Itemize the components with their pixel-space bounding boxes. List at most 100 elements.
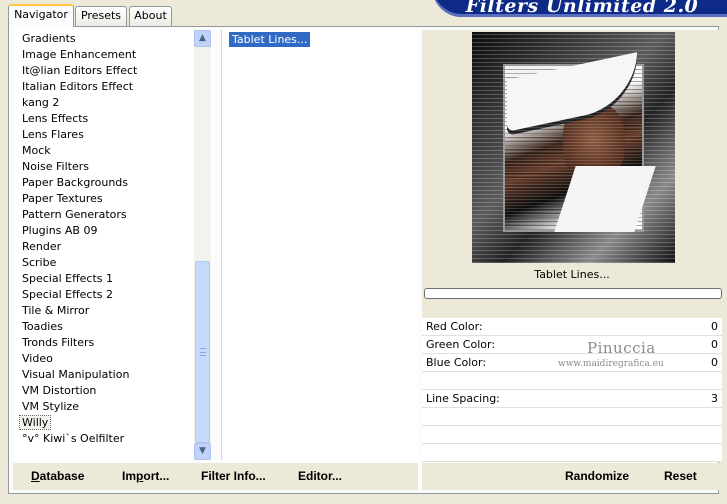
param-value[interactable]: 0 [711, 356, 718, 369]
category-label: Special Effects 2 [22, 288, 114, 301]
param-label: Line Spacing: [426, 392, 500, 405]
category-label: Special Effects 1 [22, 272, 114, 285]
tab-presets[interactable]: Presets [75, 6, 127, 26]
param-row-red[interactable]: Red Color: 0 [422, 318, 722, 336]
category-item[interactable]: Special Effects 1 [14, 271, 192, 287]
category-item[interactable]: Gradients [14, 31, 192, 47]
import-label-rest: ort... [143, 469, 170, 483]
param-value[interactable]: 3 [711, 392, 718, 405]
category-label: Lens Effects [22, 112, 89, 125]
param-row-empty [422, 408, 722, 426]
filter-list[interactable]: Tablet Lines... [221, 30, 417, 460]
category-item[interactable]: Italian Editors Effect [14, 79, 192, 95]
preview-portrait [503, 52, 656, 232]
category-label: °v° Kiwi`s Oelfilter [22, 432, 125, 445]
param-row-line-spacing[interactable]: Line Spacing: 3 [422, 390, 722, 408]
parameter-list: Red Color: 0 Green Color: 0 Blue Color: … [422, 318, 722, 464]
mnemonic: D [31, 469, 40, 483]
param-row-empty [422, 444, 722, 462]
category-label: Italian Editors Effect [22, 80, 134, 93]
category-item[interactable]: Paper Backgrounds [14, 175, 192, 191]
category-label: Willy [18, 415, 52, 430]
category-label: It@lian Editors Effect [22, 64, 138, 77]
param-label: Red Color: [426, 320, 483, 333]
tab-about[interactable]: About [129, 6, 172, 26]
param-value[interactable]: 0 [711, 338, 718, 351]
reset-button[interactable]: Reset [664, 469, 697, 483]
filters-unlimited-window: Navigator Presets About Filters Unlimite… [0, 0, 727, 504]
filter-title: Tablet Lines... [534, 268, 610, 281]
category-label: VM Stylize [22, 400, 79, 413]
category-item[interactable]: Noise Filters [14, 159, 192, 175]
category-item[interactable]: It@lian Editors Effect [14, 63, 192, 79]
category-label: Noise Filters [22, 160, 89, 173]
category-item[interactable]: Lens Flares [14, 127, 192, 143]
scroll-up-arrow-icon[interactable]: ▲ [194, 30, 211, 47]
category-item[interactable]: °v° Kiwi`s Oelfilter [14, 431, 192, 447]
category-label: Scribe [22, 256, 57, 269]
watermark-name: Pinuccia [587, 339, 656, 357]
editor-button[interactable]: Editor... [298, 469, 342, 483]
category-item[interactable]: Render [14, 239, 192, 255]
category-item[interactable]: Tile & Mirror [14, 303, 192, 319]
preview-panel: Tablet Lines... Red Color: 0 Green Color… [422, 30, 722, 462]
category-label: Paper Textures [22, 192, 103, 205]
category-scrollbar[interactable]: ▲ ▼ [194, 30, 211, 460]
category-label: Lens Flares [22, 128, 84, 141]
category-label: kang 2 [22, 96, 60, 109]
category-item[interactable]: Lens Effects [14, 111, 192, 127]
category-item[interactable]: Scribe [14, 255, 192, 271]
category-label: Gradients [22, 32, 76, 45]
filter-info-button[interactable]: Filter Info... [201, 469, 266, 483]
category-label: Render [22, 240, 62, 253]
category-label: Pattern Generators [22, 208, 127, 221]
param-label: Green Color: [426, 338, 496, 351]
category-item[interactable]: Pattern Generators [14, 207, 192, 223]
database-button[interactable]: Database [31, 469, 84, 483]
category-item[interactable]: Willy [14, 415, 192, 431]
category-item[interactable]: Special Effects 2 [14, 287, 192, 303]
scroll-down-arrow-icon[interactable]: ▼ [194, 443, 211, 460]
category-label: Toadies [22, 320, 63, 333]
category-item[interactable]: Visual Manipulation [14, 367, 192, 383]
param-value[interactable]: 0 [711, 320, 718, 333]
import-button[interactable]: Import... [122, 469, 169, 483]
category-label: Tile & Mirror [22, 304, 90, 317]
category-item[interactable]: Tronds Filters [14, 335, 192, 351]
brand-banner: Filters Unlimited 2.0 [432, 0, 727, 17]
category-list[interactable]: Gradients Image Enhancement It@lian Editor… [14, 30, 212, 460]
param-label: Blue Color: [426, 356, 487, 369]
category-item[interactable]: Plugins AB 09 [14, 223, 192, 239]
category-label: Video [22, 352, 53, 365]
progress-bar [424, 288, 722, 299]
scroll-thumb[interactable] [195, 261, 210, 443]
left-button-bar: Database Import... Filter Info... Editor… [13, 463, 418, 490]
category-item[interactable]: kang 2 [14, 95, 192, 111]
category-item[interactable]: VM Distortion [14, 383, 192, 399]
category-label: Paper Backgrounds [22, 176, 129, 189]
category-item[interactable]: Toadies [14, 319, 192, 335]
category-item[interactable]: Video [14, 351, 192, 367]
tab-navigator[interactable]: Navigator [8, 4, 74, 27]
category-label: Image Enhancement [22, 48, 137, 61]
filter-item-tablet-lines[interactable]: Tablet Lines... [229, 32, 311, 47]
category-label: Mock [22, 144, 51, 157]
right-button-bar: Randomize Reset [422, 463, 722, 490]
category-label: Visual Manipulation [22, 368, 130, 381]
import-label: Im [122, 469, 137, 483]
category-label: Tronds Filters [22, 336, 95, 349]
preview-line-overlay [505, 66, 642, 230]
scroll-grip-icon [200, 348, 206, 356]
category-item[interactable]: Mock [14, 143, 192, 159]
category-item[interactable]: Paper Textures [14, 191, 192, 207]
category-label: VM Distortion [22, 384, 97, 397]
param-row-empty [422, 426, 722, 444]
category-item[interactable]: VM Stylize [14, 399, 192, 415]
param-row-green[interactable]: Green Color: 0 [422, 336, 722, 354]
watermark-url: www.maidiregrafica.eu [558, 359, 664, 369]
param-row-empty [422, 372, 722, 390]
database-label: atabase [39, 469, 85, 483]
category-label: Plugins AB 09 [22, 224, 98, 237]
category-item[interactable]: Image Enhancement [14, 47, 192, 63]
randomize-button[interactable]: Randomize [565, 469, 629, 483]
